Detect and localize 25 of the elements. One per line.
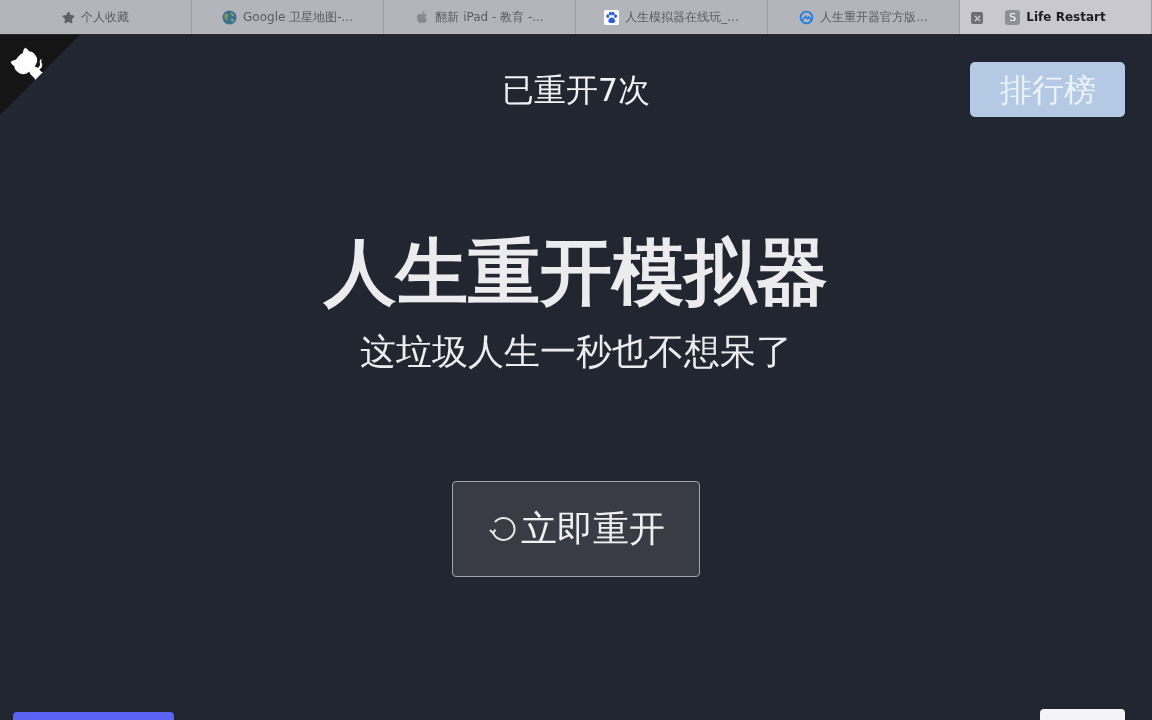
- close-tab-button[interactable]: [971, 12, 983, 24]
- close-icon: [973, 14, 981, 22]
- browser-tab[interactable]: 人生模拟器在线玩_...: [576, 0, 768, 34]
- tab-title: 个人收藏: [81, 9, 129, 26]
- mountain-ring-icon: [799, 9, 815, 25]
- tab-title: Life Restart: [1026, 9, 1106, 26]
- tab-title: 人生模拟器在线玩_...: [625, 9, 739, 26]
- tab-title: 人生重开器官方版...: [820, 9, 928, 26]
- apple-icon: [415, 10, 430, 24]
- browser-tab[interactable]: 人生重开器官方版...: [768, 0, 960, 34]
- browser-tab[interactable]: S Life Restart: [960, 0, 1152, 34]
- restart-count: 已重开7次: [501, 69, 651, 110]
- browser-tab[interactable]: 个人收藏: [0, 0, 192, 34]
- browser-tab[interactable]: 翻新 iPad - 教育 -...: [384, 0, 576, 34]
- site-favicon: S: [1005, 9, 1021, 25]
- paw-icon: [604, 9, 620, 25]
- browser-tab[interactable]: Google 卫星地图-...: [192, 0, 384, 34]
- app-subtitle: 这垃圾人生一秒也不想呆了: [360, 334, 792, 370]
- tab-title: Google 卫星地图-...: [243, 9, 353, 26]
- app-title: 人生重开模拟器: [324, 236, 828, 308]
- star-icon: [62, 10, 75, 24]
- restart-button[interactable]: 立即重开: [452, 481, 700, 577]
- globe-icon: [222, 9, 238, 25]
- corner-cat-icon[interactable]: [0, 35, 80, 115]
- tab-title: 翻新 iPad - 教育 -...: [435, 9, 544, 26]
